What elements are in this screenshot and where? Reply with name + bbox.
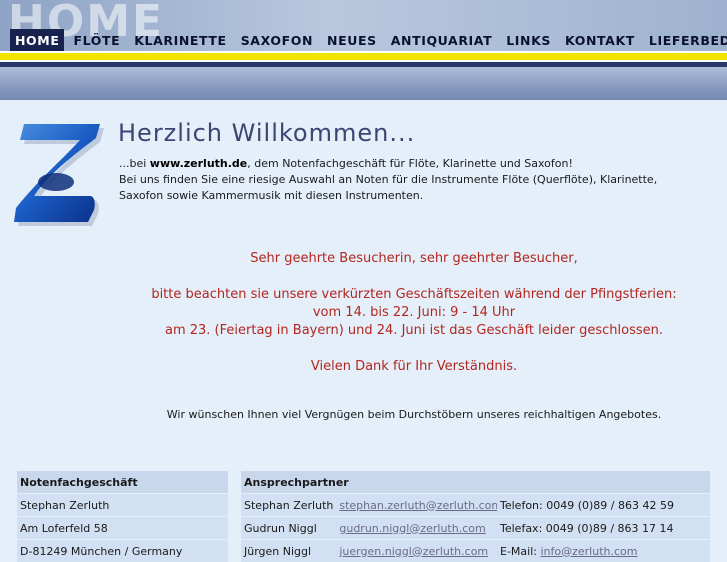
contacts-heading: Ansprechpartner — [241, 471, 505, 494]
shop-city: D-81249 München / Germany — [17, 540, 228, 562]
header: HOME HOME FLÖTE KLARINETTE SAXOFON NEUES… — [0, 0, 727, 100]
contacts-table: Ansprechpartner Stephan Zerluth stephan.… — [241, 470, 505, 562]
nav-floete[interactable]: FLÖTE — [66, 29, 127, 51]
contact-name: Gudrun Niggl — [241, 517, 336, 540]
shop-heading: Notenfachgeschäft — [17, 471, 228, 494]
intro-site: www.zerluth.de — [150, 157, 247, 170]
wish-text: Wir wünschen Ihnen viel Vergnügen beim D… — [100, 408, 727, 421]
contact-email-link[interactable]: juergen.niggl@zerluth.com — [339, 545, 488, 558]
notice-thanks: Vielen Dank für Ihr Verständnis. — [100, 358, 727, 376]
contact-name: Jürgen Niggl — [241, 540, 336, 562]
email-link[interactable]: info@zerluth.com — [540, 545, 637, 558]
intro-suffix: , dem Notenfachgeschäft für Flöte, Klari… — [247, 157, 573, 170]
phone-email-row: E-Mail: info@zerluth.com — [497, 540, 710, 562]
intro-prefix: ...bei — [119, 157, 150, 170]
notice-greeting: Sehr geehrte Besucherin, sehr geehrter B… — [100, 250, 727, 268]
intro-line2: Bei uns finden Sie eine riesige Auswahl … — [119, 173, 657, 202]
nav-home[interactable]: HOME — [10, 29, 64, 51]
zerluth-logo-icon — [14, 122, 104, 228]
holiday-notice: Sehr geehrte Besucherin, sehr geehrter B… — [100, 250, 727, 376]
nav-links[interactable]: LINKS — [499, 29, 558, 51]
nav-kontakt[interactable]: KONTAKT — [558, 29, 642, 51]
main-nav: HOME FLÖTE KLARINETTE SAXOFON NEUES ANTI… — [10, 29, 727, 51]
header-band — [0, 67, 727, 100]
nav-lieferbedingungen[interactable]: LIEFERBEDINGUNGEN — [642, 29, 727, 51]
phone-heading — [497, 471, 710, 494]
shop-name: Stephan Zerluth — [17, 494, 228, 517]
nav-neues[interactable]: NEUES — [320, 29, 384, 51]
header-stripe-yellow — [0, 53, 727, 60]
nav-antiquariat[interactable]: ANTIQUARIAT — [384, 29, 500, 51]
shop-address-table: Notenfachgeschäft Stephan Zerluth Am Lof… — [17, 470, 228, 562]
phone-telefon: Telefon: 0049 (0)89 / 863 42 59 — [497, 494, 710, 517]
notice-line1: bitte beachten sie unsere verkürzten Ges… — [100, 286, 727, 304]
intro-text: ...bei www.zerluth.de, dem Notenfachgesc… — [119, 156, 694, 204]
welcome-title: Herzlich Willkommen... — [118, 119, 415, 147]
nav-klarinette[interactable]: KLARINETTE — [127, 29, 233, 51]
phone-telefax: Telefax: 0049 (0)89 / 863 17 14 — [497, 517, 710, 540]
notice-line3: am 23. (Feiertag in Bayern) und 24. Juni… — [100, 322, 727, 340]
phone-table: Telefon: 0049 (0)89 / 863 42 59 Telefax:… — [497, 470, 710, 562]
contact-email-link[interactable]: gudrun.niggl@zerluth.com — [339, 522, 485, 535]
shop-street: Am Loferfeld 58 — [17, 517, 228, 540]
contact-name: Stephan Zerluth — [241, 494, 336, 517]
email-label: E-Mail: — [500, 545, 540, 558]
contact-email-link[interactable]: stephan.zerluth@zerluth.com — [339, 499, 502, 512]
notice-line2: vom 14. bis 22. Juni: 9 - 14 Uhr — [100, 304, 727, 322]
nav-saxofon[interactable]: SAXOFON — [234, 29, 320, 51]
